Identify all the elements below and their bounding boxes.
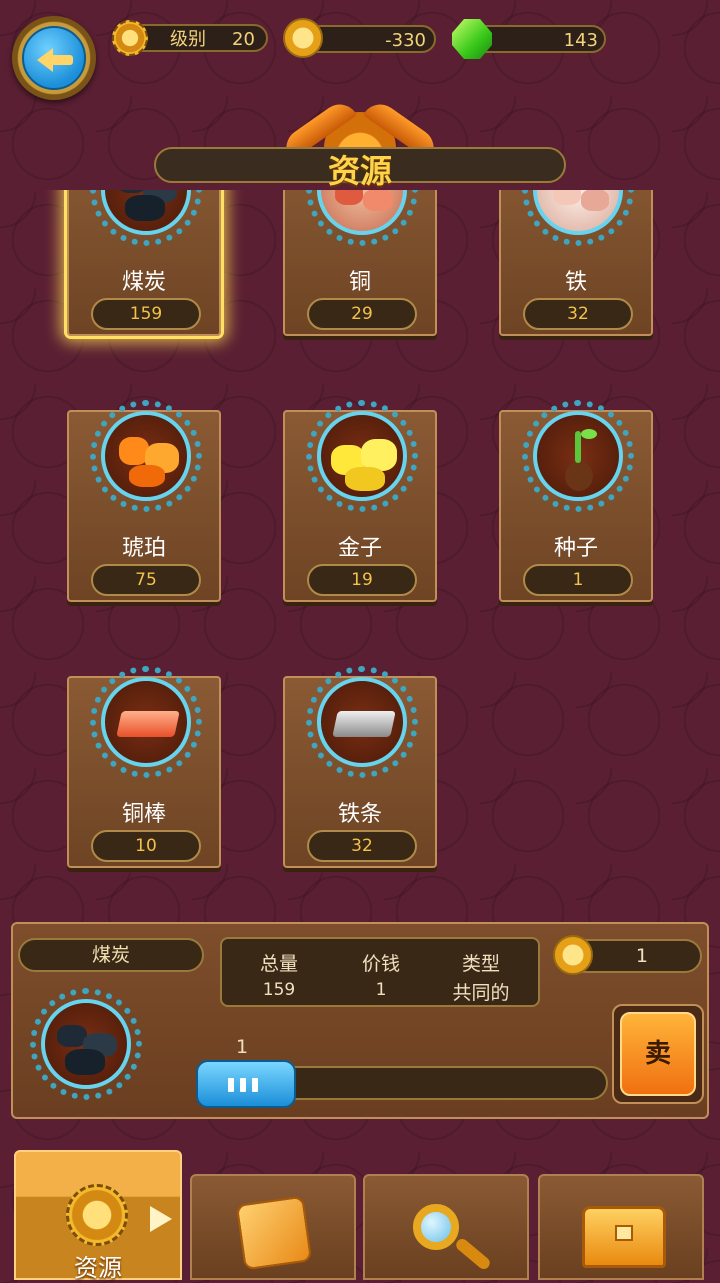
level-value: 20 <box>232 29 255 50</box>
tab-crafting[interactable] <box>190 1174 356 1280</box>
amber-icon <box>101 411 191 501</box>
level-label: 级别 <box>170 29 206 50</box>
resource-card-copper[interactable]: 铜 29 <box>283 190 437 336</box>
back-button[interactable] <box>12 16 96 100</box>
resource-stats: 总量 159 价钱 1 类型 共同的 <box>220 937 540 1007</box>
resource-card-iron-bar[interactable]: 铁条 32 <box>283 666 437 868</box>
selected-resource-name: 煤炭 <box>18 938 204 972</box>
resource-name: 琥珀 <box>121 536 166 561</box>
resource-name: 铜 <box>348 270 371 295</box>
resource-card-iron[interactable]: 铁 32 <box>499 190 653 336</box>
coins-value: -330 <box>385 30 426 51</box>
resource-count: 75 <box>91 564 201 596</box>
total-label: 总量 <box>259 953 298 975</box>
resource-grid[interactable]: 煤炭 159 铜 29 铁 32 琥珀 75 金子 19 种子 1 铜棒 10 … <box>0 190 720 902</box>
crafting-cube-icon <box>235 1195 313 1271</box>
tab-resources[interactable]: 资源 <box>14 1150 182 1282</box>
tab-storage[interactable] <box>538 1174 704 1280</box>
sell-price-value: 1 <box>635 945 648 967</box>
seed-icon <box>533 411 623 501</box>
magnifier-icon <box>413 1204 459 1250</box>
gold-icon <box>317 411 407 501</box>
sell-coin-icon <box>553 935 593 975</box>
type-label: 类型 <box>461 953 500 975</box>
page-title: 资源 <box>327 152 392 190</box>
resource-card-seed[interactable]: 种子 1 <box>499 400 653 602</box>
resource-card-amber[interactable]: 琥珀 75 <box>67 400 221 602</box>
back-arrow-icon <box>22 26 86 90</box>
resource-card-coal[interactable]: 煤炭 159 <box>67 190 221 336</box>
selected-resource-icon <box>30 988 142 1100</box>
resource-name: 铁条 <box>337 802 382 827</box>
quantity-slider-handle[interactable] <box>196 1060 296 1108</box>
expand-arrow-icon <box>150 1206 172 1232</box>
iron-bar-icon <box>317 677 407 767</box>
total-value: 159 <box>262 980 296 1000</box>
resource-count: 1 <box>523 564 633 596</box>
resource-name: 种子 <box>553 536 598 561</box>
coin-icon <box>283 18 323 58</box>
resource-card-gold[interactable]: 金子 19 <box>283 400 437 602</box>
price-value: 1 <box>375 980 387 1000</box>
tab-search[interactable] <box>363 1174 529 1280</box>
resource-count: 159 <box>91 298 201 330</box>
resource-name: 煤炭 <box>121 270 166 295</box>
resource-name: 铜棒 <box>121 802 166 827</box>
resource-count: 32 <box>307 830 417 862</box>
level-gear-icon <box>112 20 148 56</box>
price-label: 价钱 <box>361 953 400 975</box>
sell-button[interactable]: 卖 <box>612 1004 704 1104</box>
gems-value: 143 <box>563 30 598 51</box>
copper-bar-icon <box>101 677 191 767</box>
resource-name: 金子 <box>337 536 382 561</box>
resources-gear-icon <box>66 1184 128 1246</box>
resource-card-copper-bar[interactable]: 铜棒 10 <box>67 666 221 868</box>
quantity-value: 1 <box>236 1036 249 1058</box>
resource-count: 10 <box>91 830 201 862</box>
coal-icon <box>41 999 131 1089</box>
resource-count: 19 <box>307 564 417 596</box>
sell-button-label: 卖 <box>620 1012 696 1096</box>
resource-name: 铁 <box>564 270 587 295</box>
tab-resources-label: 资源 <box>74 1254 122 1282</box>
type-value: 共同的 <box>452 982 510 1004</box>
resource-count: 32 <box>523 298 633 330</box>
resource-count: 29 <box>307 298 417 330</box>
chest-icon <box>582 1206 666 1268</box>
